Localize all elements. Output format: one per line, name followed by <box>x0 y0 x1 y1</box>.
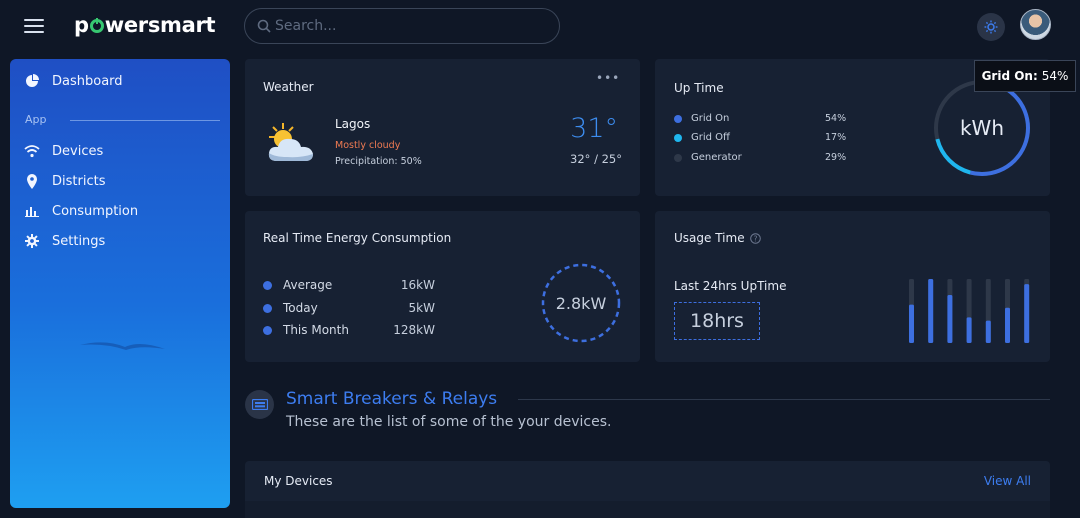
legend-item-grid-off: Grid Off <box>674 132 730 143</box>
legend-value: 29% <box>825 152 847 163</box>
divider <box>70 120 220 121</box>
sidebar-item-districts[interactable]: Districts <box>24 170 105 192</box>
sidebar-item-consumption[interactable]: Consumption <box>24 200 138 222</box>
help-icon[interactable]: ? <box>749 232 761 244</box>
more-options-icon[interactable]: ••• <box>596 71 620 85</box>
chart-tooltip: Grid On: 54% <box>974 60 1076 92</box>
sidebar-item-label: Settings <box>52 233 106 249</box>
user-avatar[interactable] <box>1020 9 1051 40</box>
energy-gauge: 2.8kW <box>541 263 621 343</box>
current-temperature: 31° <box>570 113 618 144</box>
divider <box>518 399 1050 400</box>
card-title: Real Time Energy Consumption <box>263 231 452 245</box>
tooltip-label: Grid On: <box>981 69 1038 83</box>
legend-value: 17% <box>825 132 847 143</box>
sidebar-item-dashboard[interactable]: Dashboard <box>24 70 123 92</box>
top-bar: p wersmart <box>0 0 1080 54</box>
bar-chart-icon <box>24 203 40 219</box>
legend-dot <box>674 133 682 142</box>
uptime-donut-chart: kWh <box>934 80 1030 176</box>
card-title: Weather <box>263 80 314 94</box>
sidebar: Dashboard App Devices Districts Consumpt… <box>10 59 230 508</box>
legend-label: Grid Off <box>691 132 730 143</box>
row-label: Today <box>283 301 318 315</box>
legend-item-generator: Generator <box>674 152 742 163</box>
temperature-range: 32° / 25° <box>570 152 622 166</box>
search-icon <box>257 19 271 33</box>
row-dot <box>263 303 272 313</box>
legend-label: Generator <box>691 152 742 163</box>
legend-dot <box>674 153 682 162</box>
section-subtitle: These are the list of some of the your d… <box>286 414 612 430</box>
theme-toggle-button[interactable] <box>977 13 1005 41</box>
view-all-link[interactable]: View All <box>984 474 1031 488</box>
usage-bar-chart <box>909 279 1030 343</box>
city-name: Lagos <box>335 117 371 131</box>
search-input[interactable] <box>275 9 545 43</box>
search-box[interactable] <box>244 8 560 44</box>
donut-center-label: kWh <box>960 116 1004 140</box>
weather-card: Weather ••• Lagos Mostly cloudy Precipit… <box>245 59 640 196</box>
row-value: 128kW <box>393 323 435 337</box>
legend-label: Grid On <box>691 113 730 124</box>
sidebar-item-label: Consumption <box>52 203 139 219</box>
brand-logo[interactable]: p wersmart <box>74 13 216 37</box>
usage-subtitle: Last 24hrs UpTime <box>674 279 787 293</box>
gear-icon <box>24 233 40 249</box>
row-value: 5kW <box>408 301 435 315</box>
my-devices-card: My Devices View All <box>245 461 1050 518</box>
legend-item-grid-on: Grid On <box>674 113 729 124</box>
usage-bar <box>1005 307 1010 343</box>
row-label: This Month <box>283 323 349 337</box>
pie-chart-icon <box>24 73 40 89</box>
usage-time-card: Usage Time ? Last 24hrs UpTime 18hrs <box>655 211 1050 362</box>
sidebar-item-settings[interactable]: Settings <box>24 230 105 252</box>
sidebar-item-label: Districts <box>52 173 106 189</box>
usage-value: 18hrs <box>690 310 744 332</box>
usage-bar <box>909 304 914 343</box>
devices-list-area <box>245 501 1050 518</box>
usage-bar <box>985 320 991 343</box>
partly-cloudy-icon <box>268 123 313 161</box>
realtime-energy-card: Real Time Energy Consumption Average 16k… <box>245 211 640 362</box>
sidebar-item-label: Dashboard <box>52 73 123 89</box>
row-label: Average <box>283 278 333 292</box>
usage-bar <box>1024 284 1030 343</box>
svg-text:?: ? <box>753 234 757 243</box>
sidebar-item-label: Devices <box>52 143 104 159</box>
row-dot <box>263 280 272 290</box>
row-dot <box>263 325 272 335</box>
row-value: 16kW <box>400 278 435 292</box>
section-title: Smart Breakers & Relays <box>286 389 498 409</box>
wifi-icon <box>24 143 40 159</box>
sun-icon <box>984 20 998 34</box>
precipitation: Precipitation: 50% <box>335 156 422 167</box>
card-title: My Devices <box>264 474 333 488</box>
tooltip-value: 54% <box>1041 69 1069 83</box>
card-title: Up Time <box>674 81 724 95</box>
legend-value: 54% <box>825 113 847 124</box>
location-pin-icon <box>24 173 40 189</box>
card-title: Usage Time ? <box>674 231 761 245</box>
card-title-text: Usage Time <box>674 231 745 245</box>
sidebar-item-devices[interactable]: Devices <box>24 140 103 162</box>
hamburger-menu-icon[interactable] <box>24 19 44 33</box>
usage-bar <box>966 317 972 343</box>
usage-value-box: 18hrs <box>674 302 760 340</box>
breaker-icon <box>245 390 274 419</box>
legend-dot <box>674 114 682 123</box>
usage-bar <box>928 279 934 343</box>
decorative-bird-illustration <box>80 342 165 350</box>
weather-condition: Mostly cloudy <box>335 140 401 151</box>
usage-bar <box>947 295 953 343</box>
nav-section-label: App <box>25 113 47 126</box>
gauge-value: 2.8kW <box>556 294 607 313</box>
